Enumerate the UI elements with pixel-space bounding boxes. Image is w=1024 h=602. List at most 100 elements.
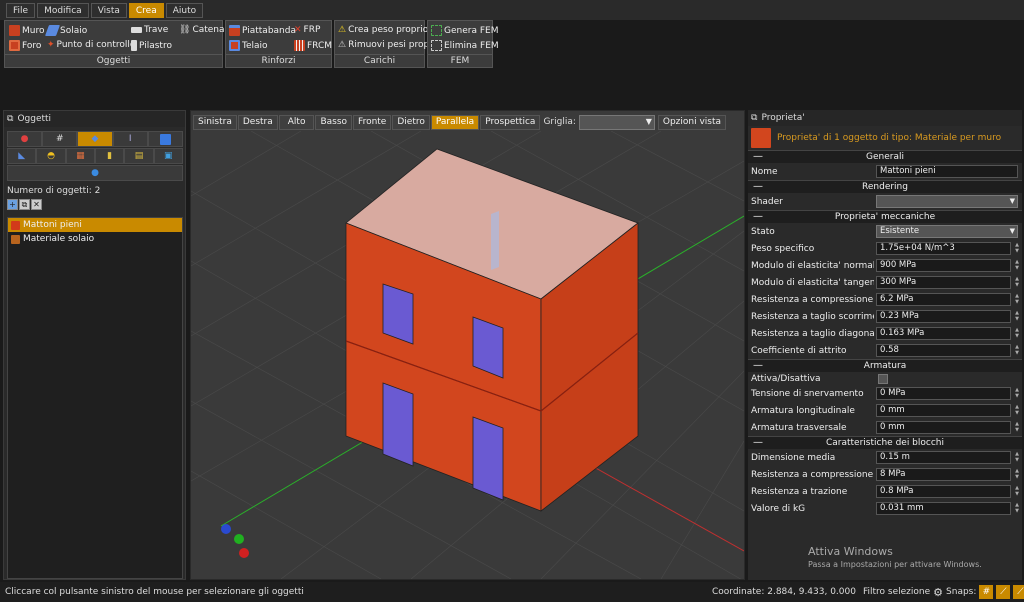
menu-vista[interactable]: Vista [90, 2, 127, 18]
spinner-icon[interactable]: ▲ ▼ [1013, 293, 1021, 306]
spinner-icon[interactable]: ▲ ▼ [1013, 259, 1021, 272]
collapse-icon[interactable]: — [753, 360, 763, 372]
grid-select[interactable]: ▼ [578, 114, 655, 130]
spinner-icon[interactable]: ▲ ▼ [1013, 485, 1021, 498]
filter-image-button[interactable]: ▣ [153, 148, 183, 164]
armatura-trasversale-field[interactable]: 0 mm [876, 421, 1011, 434]
spinner-icon[interactable]: ▲ ▼ [1013, 276, 1021, 289]
spinner-icon[interactable]: ▲ ▼ [1013, 421, 1021, 434]
spinner-icon[interactable]: ▲ ▼ [1013, 468, 1021, 481]
spinner-icon[interactable]: ▲ ▼ [1013, 387, 1021, 400]
spinner-icon[interactable]: ▲ ▼ [1013, 451, 1021, 464]
properties-panel: ⧉ Proprieta' Proprieta' di 1 oggetto di t… [748, 110, 1022, 580]
copy-object-button[interactable]: ⧉ [19, 199, 30, 210]
blocchi-compressione-field[interactable]: 8 MPa [876, 468, 1011, 481]
delete-object-button[interactable]: ✕ [31, 199, 42, 210]
solaio-button[interactable]: Solaio [44, 25, 87, 36]
punto-controllo-button[interactable]: ✦ Punto di controllo [47, 40, 135, 50]
trave-button[interactable]: Trave [131, 25, 168, 35]
view-parallel-button[interactable]: Parallela [430, 114, 480, 130]
spinner-icon[interactable]: ▲ ▼ [1013, 242, 1021, 255]
section-rendering[interactable]: — Rendering [748, 180, 1022, 193]
add-object-button[interactable]: + [7, 199, 18, 210]
frp-button[interactable]: ✕ FRP [294, 25, 320, 35]
spinner-icon[interactable]: ▲ ▼ [1013, 327, 1021, 340]
view-top-button[interactable]: Alto [278, 114, 315, 130]
peso-specifico-field[interactable]: 1.75e+04 N/m^3 [876, 242, 1011, 255]
attrito-field[interactable]: 0.58 [876, 344, 1011, 357]
view-front-button[interactable]: Fronte [353, 114, 392, 130]
filter-grid-button[interactable]: # [42, 131, 78, 147]
taglio-scorrimento-field[interactable]: 0.23 MPa [876, 310, 1011, 323]
gear-icon[interactable]: ⚙ [933, 586, 943, 599]
snap-grid-button[interactable]: # [979, 585, 994, 599]
panel-restore-icon[interactable]: ⧉ [751, 113, 757, 123]
tensione-snervamento-field[interactable]: 0 MPa [876, 387, 1011, 400]
spinner-icon[interactable]: ▲ ▼ [1013, 310, 1021, 323]
section-meccaniche[interactable]: — Proprieta' meccaniche [748, 210, 1022, 223]
rimuovi-pesi-button[interactable]: ⚠ Rimuovi pesi propri [338, 40, 435, 50]
snap-line-button[interactable]: ⟋ [996, 585, 1011, 599]
menu-file[interactable]: File [6, 2, 36, 18]
collapse-icon[interactable]: — [753, 437, 763, 449]
telaio-button[interactable]: Telaio [229, 40, 268, 51]
view-left-button[interactable]: Sinistra [193, 114, 237, 130]
menu-aiuto[interactable]: Aiuto [165, 2, 204, 18]
armatura-longitudinale-field[interactable]: 0 mm [876, 404, 1011, 417]
filter-beam-button[interactable]: I [112, 131, 148, 147]
taglio-diagonale-field[interactable]: 0.163 MPa [876, 327, 1011, 340]
pilastro-button[interactable]: Pilastro [131, 40, 172, 51]
attiva-checkbox[interactable] [878, 373, 888, 384]
stato-select[interactable]: Esistente [876, 225, 1018, 238]
section-generali[interactable]: — Generali [748, 150, 1022, 163]
filter-materials-button[interactable]: ● [7, 131, 43, 147]
shader-select[interactable] [876, 195, 1018, 208]
filter-angle-button[interactable]: ◣ [7, 148, 37, 164]
section-armatura[interactable]: — Armatura [748, 359, 1022, 372]
view-bottom-button[interactable]: Basso [315, 114, 353, 130]
scene-canvas[interactable] [191, 131, 744, 579]
menu-crea[interactable]: Crea [128, 2, 164, 18]
spinner-icon[interactable]: ▲ ▼ [1013, 344, 1021, 357]
muro-button[interactable]: Muro [9, 25, 44, 36]
collapse-icon[interactable]: — [753, 211, 763, 223]
filter-arch-button[interactable]: ◓ [36, 148, 66, 164]
view-back-button[interactable]: Dietro [392, 114, 430, 130]
view-perspective-button[interactable]: Prospettica [480, 114, 541, 130]
spinner-icon[interactable]: ▲ ▼ [1013, 404, 1021, 417]
foro-button[interactable]: Foro [9, 40, 41, 51]
ribbon-group-title: Carichi [335, 54, 424, 67]
panel-restore-icon[interactable]: ⧉ [7, 114, 13, 124]
section-blocchi[interactable]: — Caratteristiche dei blocchi [748, 436, 1022, 449]
resistenza-compressione-field[interactable]: 6.2 MPa [876, 293, 1011, 306]
list-item[interactable]: Mattoni pieni [8, 218, 182, 232]
crea-peso-button[interactable]: ⚠ Crea peso proprio [338, 25, 428, 35]
menu-modifica[interactable]: Modifica [37, 2, 89, 18]
3d-viewport[interactable]: Sinistra Destra Alto Basso Fronte Dietro… [190, 110, 745, 580]
view-options-button[interactable]: Opzioni vista [657, 114, 727, 130]
snap-edge-button[interactable]: ⟋ [1013, 585, 1024, 599]
genera-fem-button[interactable]: Genera FEM [431, 25, 498, 36]
dimensione-media-field[interactable]: 0.15 m [876, 451, 1011, 464]
filter-selected-button[interactable]: ◆ [77, 131, 113, 147]
spinner-icon[interactable]: ▲ ▼ [1013, 502, 1021, 515]
filter-chart-button[interactable]: ▮ [94, 148, 125, 164]
collapse-icon[interactable]: — [753, 181, 763, 193]
elimina-fem-button[interactable]: Elimina FEM [431, 40, 499, 51]
blocchi-trazione-field[interactable]: 0.8 MPa [876, 485, 1011, 498]
filter-sphere-button[interactable]: ● [7, 165, 183, 181]
valore-kg-field[interactable]: 0.031 mm [876, 502, 1011, 515]
piattabanda-button[interactable]: Piattabanda [229, 25, 296, 36]
catena-button[interactable]: ⛓ Catena [179, 25, 225, 35]
filter-table-button[interactable]: ▤ [124, 148, 154, 164]
filter-brick-button[interactable]: ▦ [65, 148, 95, 164]
modulo-normale-field[interactable]: 900 MPa [876, 259, 1011, 272]
filter-block-button[interactable] [147, 131, 184, 147]
list-item[interactable]: Materiale solaio [8, 232, 182, 246]
collapse-icon[interactable]: — [753, 151, 763, 163]
axis-gizmo[interactable] [221, 524, 249, 558]
modulo-tangenziale-field[interactable]: 300 MPa [876, 276, 1011, 289]
nome-field[interactable]: Mattoni pieni [876, 165, 1018, 178]
view-right-button[interactable]: Destra [237, 114, 278, 130]
frcm-button[interactable]: FRCM [294, 40, 332, 51]
